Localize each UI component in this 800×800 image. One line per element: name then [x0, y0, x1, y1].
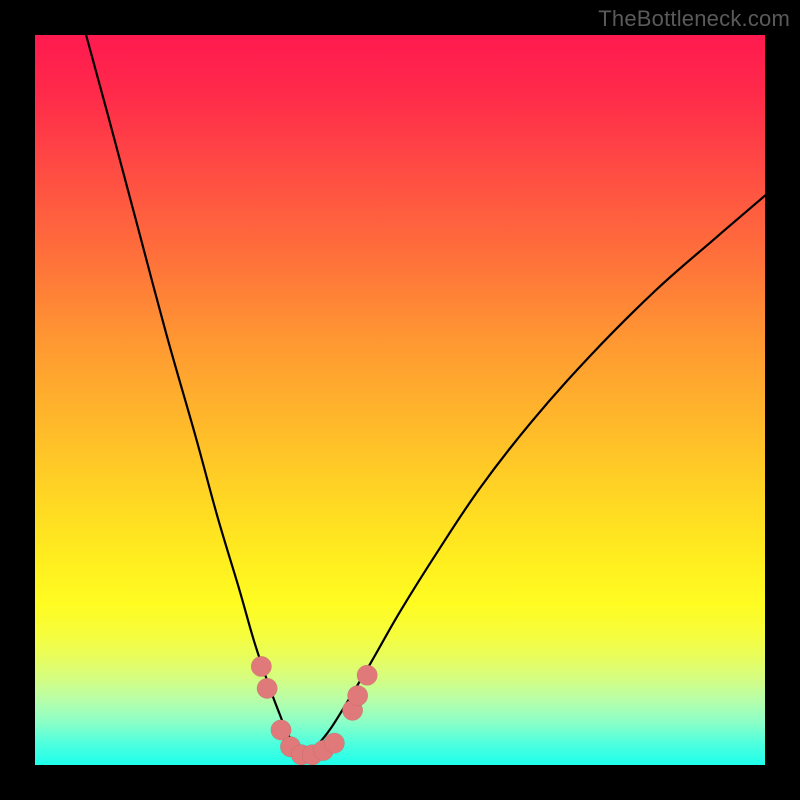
plot-area — [35, 35, 765, 765]
chart-svg — [35, 35, 765, 765]
data-point-markers — [251, 656, 377, 765]
curve-left — [86, 35, 305, 758]
data-point — [257, 678, 277, 698]
data-point — [324, 733, 344, 753]
data-point — [357, 665, 377, 685]
data-point — [251, 656, 271, 676]
watermark-text: TheBottleneck.com — [598, 6, 790, 32]
figure-canvas: TheBottleneck.com — [0, 0, 800, 800]
data-point — [347, 685, 367, 705]
